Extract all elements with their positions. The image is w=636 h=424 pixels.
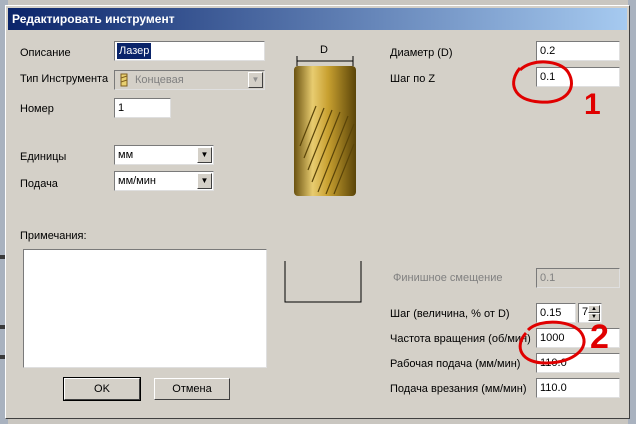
annotation-circle-2 [518, 320, 586, 365]
annotation-number-1: 1 [584, 88, 601, 121]
annotation-overlay [512, 60, 586, 365]
annotation-number-2: 2 [590, 318, 609, 356]
annotation-circle-1 [512, 60, 573, 104]
